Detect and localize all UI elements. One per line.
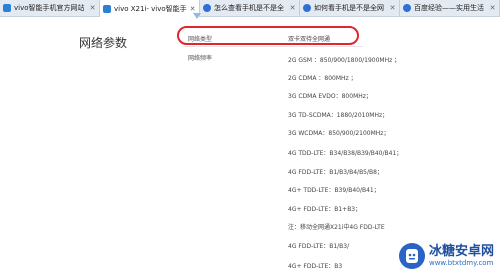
watermark-title: 冰糖安卓网 (428, 243, 494, 259)
tab-check-full-network-1[interactable]: 怎么查看手机是不是全 ✕ (200, 0, 300, 16)
tab-label: vivo智能手机官方网站 (14, 4, 85, 12)
close-icon[interactable]: ✕ (388, 4, 397, 12)
tab-label: 百度经验——实用生活 (414, 4, 484, 12)
close-icon[interactable]: ✕ (88, 4, 97, 12)
spec-line: 4G+ TDD-LTE：B39/B40/B41； (288, 187, 380, 194)
spec-line: 4G FDD-LTE：B1/B3/B4/B5/B8； (288, 169, 383, 176)
paw-icon (303, 4, 311, 12)
tab-vivo-x21i[interactable]: vivo X21i- vivo智能手 ✕ (100, 0, 200, 17)
spec-line: 4G+ FDD-LTE：B3 (288, 263, 343, 270)
row-value-gsm: 2G GSM ：850/900/1800/1900MHz ； (288, 57, 401, 64)
row-label-network-frequency: 网络频率 (188, 55, 213, 62)
site-favicon-icon (103, 4, 111, 13)
tab-label: 怎么查看手机是不是全 (214, 4, 284, 12)
tab-baidu-jingyan[interactable]: 百度经验——实用生活 ✕ (400, 0, 500, 16)
tab-pointer-icon (193, 13, 201, 19)
watermark: 冰糖安卓网 www.btxtdmy.com (398, 243, 494, 269)
spec-line: 3G CDMA EVDO：800MHz； (288, 93, 372, 100)
tab-label: vivo X21i- vivo智能手 (114, 4, 187, 13)
close-icon[interactable]: ✕ (488, 4, 497, 12)
paw-icon (203, 4, 211, 12)
close-icon[interactable]: ✕ (288, 4, 297, 12)
spec-line: 2G CDMA ：800MHz ； (288, 75, 357, 82)
paw-icon (403, 4, 411, 12)
tab-label: 如何看手机是不是全网 (314, 4, 384, 12)
highlight-circle (177, 26, 359, 45)
spec-line: 3G TD-SCDMA：1880/2010MHz； (288, 112, 389, 119)
spec-line: 3G WCDMA：850/900/2100MHz； (288, 130, 390, 137)
spec-line: 4G+ FDD-LTE：B1+B3； (288, 206, 362, 213)
spec-line: 4G FDD-LTE：B1/B3/ (288, 243, 350, 250)
spec-line: 注：移动全网通X21i中4G FDD-LTE (288, 224, 385, 231)
spec-line: 4G TDD-LTE：B34/B38/B39/B40/B41； (288, 150, 403, 157)
tab-bar: vivo智能手机官方网站 ✕ vivo X21i- vivo智能手 ✕ 怎么查看… (0, 0, 500, 17)
candy-logo-icon (398, 243, 425, 269)
divider (183, 46, 363, 47)
watermark-url: www.btxtdmy.com (428, 258, 494, 267)
section-title: 网络参数 (79, 36, 128, 50)
close-icon[interactable]: ✕ (188, 5, 197, 13)
tab-check-full-network-2[interactable]: 如何看手机是不是全网 ✕ (300, 0, 400, 16)
site-favicon-icon (3, 4, 11, 12)
tab-vivo-official[interactable]: vivo智能手机官方网站 ✕ (0, 0, 100, 16)
